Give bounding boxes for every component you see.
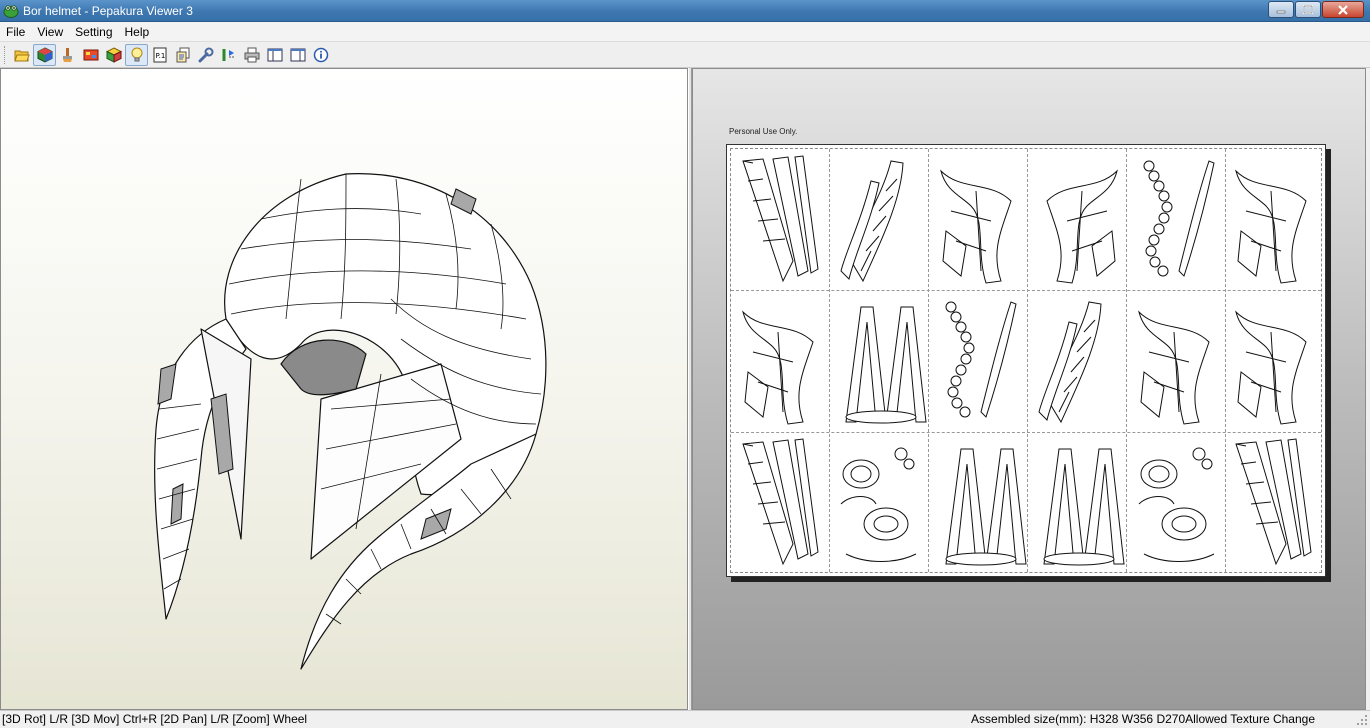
- wrench-icon: [198, 47, 213, 62]
- open-button[interactable]: [10, 44, 33, 66]
- print-icon: [244, 47, 259, 62]
- minimize-icon: [1276, 10, 1286, 13]
- info-icon: [313, 47, 328, 62]
- split-button[interactable]: [286, 44, 309, 66]
- svg-text:P.1: P.1: [155, 52, 165, 60]
- page-number-icon: P.1: [153, 47, 166, 62]
- open-folder-icon: [13, 50, 30, 61]
- texture-button[interactable]: [79, 44, 102, 66]
- pattern-sheet: [726, 144, 1326, 577]
- page-number-button[interactable]: P.1: [148, 44, 171, 66]
- fold-lines-icon: [222, 48, 235, 61]
- window-title: Bor helmet - Pepakura Viewer 3: [23, 3, 193, 18]
- fold-lines-button[interactable]: [217, 44, 240, 66]
- maximize-icon: [1303, 5, 1313, 14]
- paint-button[interactable]: [56, 44, 79, 66]
- sheet-print-area: [730, 148, 1322, 573]
- layout-button[interactable]: [263, 44, 286, 66]
- status-bar: [3D Rot] L/R [3D Mov] Ctrl+R [2D Pan] L/…: [0, 710, 1370, 728]
- multi-page-icon: [176, 47, 189, 62]
- status-assembled-size: Assembled size(mm): H328 W356 D270Allowe…: [971, 712, 1315, 726]
- texture-icon: [83, 49, 98, 60]
- toolbar-grip[interactable]: [4, 45, 7, 64]
- minimize-button[interactable]: [1268, 1, 1294, 18]
- window-layout-icon: [267, 48, 282, 61]
- about-button[interactable]: [309, 44, 332, 66]
- multi-page-button[interactable]: [171, 44, 194, 66]
- 2d-viewport[interactable]: Personal Use Only.: [692, 68, 1366, 710]
- menu-file[interactable]: File: [0, 22, 31, 42]
- print-button[interactable]: [240, 44, 263, 66]
- model-button[interactable]: [102, 44, 125, 66]
- paint-brush-icon: [62, 47, 72, 62]
- pattern-pieces: [742, 155, 1312, 566]
- pepakura-frog-icon: [3, 4, 19, 18]
- close-icon: [1338, 4, 1348, 15]
- 3d-view-button[interactable]: [33, 43, 56, 66]
- maximize-button[interactable]: [1295, 1, 1321, 18]
- light-bulb-icon: [131, 47, 142, 61]
- light-button[interactable]: [125, 43, 148, 66]
- menu-view[interactable]: View: [31, 22, 69, 42]
- close-button[interactable]: [1322, 1, 1364, 18]
- resize-grip-icon[interactable]: [1356, 714, 1368, 726]
- window-split-icon: [290, 48, 305, 61]
- menu-help[interactable]: Help: [119, 22, 156, 42]
- settings-button[interactable]: [194, 44, 217, 66]
- toolbar: P.1: [0, 42, 1370, 68]
- helmet-3d-model: [154, 173, 547, 670]
- watermark-text: Personal Use Only.: [729, 127, 798, 136]
- cube-icon: [105, 46, 122, 63]
- 3d-view-icon: [37, 46, 52, 63]
- status-controls-hint: [3D Rot] L/R [3D Mov] Ctrl+R [2D Pan] L/…: [2, 712, 308, 726]
- menu-setting[interactable]: Setting: [69, 22, 118, 42]
- 3d-viewport[interactable]: [0, 68, 688, 710]
- title-bar[interactable]: Bor helmet - Pepakura Viewer 3: [0, 0, 1370, 22]
- menu-bar: File View Setting Help: [0, 22, 1370, 42]
